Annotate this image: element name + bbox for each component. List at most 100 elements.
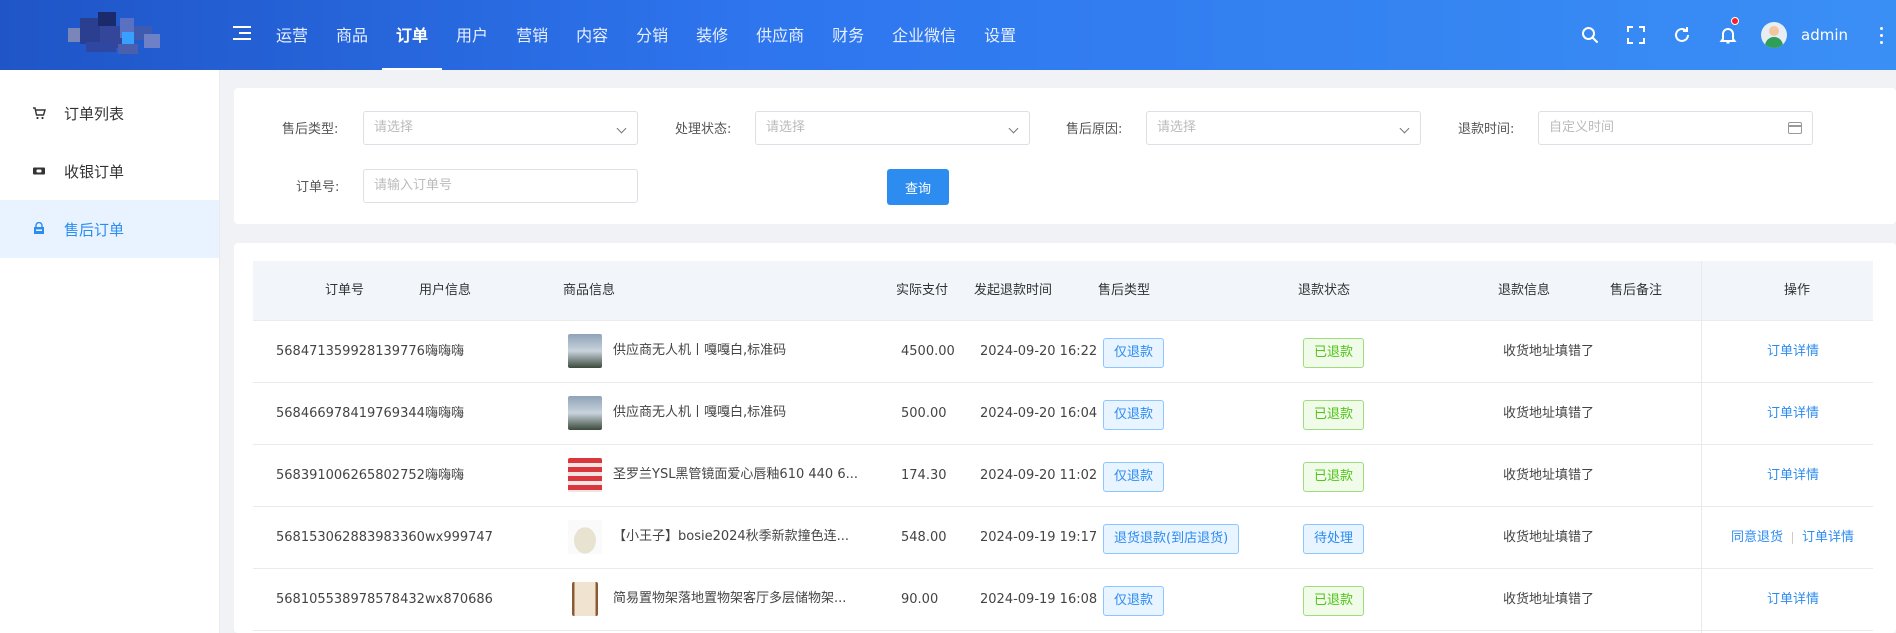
fullscreen-icon[interactable]	[1613, 0, 1659, 70]
col-refund-status: 退款状态	[1298, 283, 1351, 298]
sidebar-item-after-sales-orders[interactable]: 售后订单	[0, 200, 219, 258]
product-info[interactable]: 供应商无人机丨嘎嘎白,标准码	[613, 382, 786, 444]
after-sale-type-tag: 仅退款	[1103, 462, 1165, 492]
nav-item-dingdan[interactable]: 订单	[382, 0, 443, 70]
table-header: 订单号 用户信息 商品信息 实际支付 发起退款时间 售后类型 退款状态 退款信息…	[253, 261, 1873, 321]
actions-column-divider	[1701, 261, 1702, 633]
nav-item-shangpin[interactable]: 商品	[322, 0, 382, 70]
chevron-down-icon	[616, 123, 627, 134]
chevron-down-icon	[1008, 123, 1019, 134]
status-select[interactable]: 请选择	[755, 111, 1030, 145]
nav-item-neirong[interactable]: 内容	[562, 0, 622, 70]
user-info: wx999747	[425, 530, 493, 545]
table-row: 568153062883983360 wx999747 【小王子】bosie20…	[253, 507, 1873, 569]
cart-icon	[32, 106, 46, 120]
nav-item-yunying[interactable]: 运营	[262, 0, 322, 70]
paid-amount: 90.00	[901, 592, 939, 607]
menu-toggle-icon[interactable]	[233, 26, 251, 42]
nav-item-fenxiao[interactable]: 分销	[622, 0, 682, 70]
after-sale-type-select[interactable]: 请选择	[363, 111, 638, 145]
paid-amount: 4500.00	[901, 344, 955, 359]
refund-status-tag: 已退款	[1303, 586, 1365, 616]
refresh-icon[interactable]	[1659, 0, 1705, 70]
col-refund-info: 退款信息	[1498, 283, 1551, 298]
table-row: 568471359928139776 嗨嗨嗨 供应商无人机丨嘎嘎白,标准码 45…	[253, 321, 1873, 383]
product-info[interactable]: 【小王子】bosie2024秋季新款撞色连...	[613, 506, 885, 568]
nav-item-shezhi[interactable]: 设置	[970, 0, 1030, 70]
product-info[interactable]: 简易置物架落地置物架客厅多层储物架...	[613, 568, 885, 630]
avatar[interactable]	[1761, 22, 1787, 48]
sidebar-item-label: 订单列表	[64, 104, 125, 123]
nav-item-zhuangxiu[interactable]: 装修	[682, 0, 742, 70]
user-info: 嗨嗨嗨	[425, 406, 465, 421]
order-detail-link[interactable]: 订单详情	[1767, 383, 1819, 445]
product-thumbnail	[572, 582, 598, 616]
refund-time-label: 退款时间:	[1458, 122, 1515, 137]
refund-time-picker[interactable]: 自定义时间	[1538, 111, 1813, 145]
agree-return-link[interactable]: 同意退货	[1731, 530, 1783, 545]
refund-info: 收货地址填错了	[1503, 406, 1595, 421]
order-no: 568105538978578432	[276, 592, 425, 607]
nav-item-yingxiao[interactable]: 营销	[502, 0, 562, 70]
order-detail-link[interactable]: 订单详情	[1802, 530, 1854, 545]
filter-panel: 售后类型: 请选择 处理状态: 请选择 售后原因: 请选择 退款时间: 自定义时…	[234, 88, 1896, 224]
refund-info: 收货地址填错了	[1503, 530, 1595, 545]
refund-time: 2024-09-20 16:22	[980, 344, 1098, 359]
product-thumbnail	[568, 458, 602, 492]
top-nav-menu: 运营 商品 订单 用户 营销 内容 分销 装修 供应商 财务 企业微信 设置	[262, 0, 1030, 70]
calendar-icon	[1788, 122, 1802, 134]
col-remark: 售后备注	[1610, 283, 1663, 298]
refund-time: 2024-09-19 16:08	[980, 592, 1098, 607]
order-no: 568471359928139776	[276, 344, 425, 359]
more-vertical-icon[interactable]	[1874, 25, 1888, 46]
user-info: wx870686	[425, 592, 493, 607]
refund-status-tag: 已退款	[1303, 462, 1365, 492]
paid-amount: 500.00	[901, 406, 947, 421]
refund-status-tag: 已退款	[1303, 400, 1365, 430]
nav-item-qiyeweixin[interactable]: 企业微信	[878, 0, 970, 70]
logo	[58, 12, 168, 58]
sidebar-item-cashier-orders[interactable]: 收银订单	[0, 142, 219, 200]
col-refund-time: 发起退款时间	[974, 283, 1053, 298]
order-no: 568466978419769344	[276, 406, 425, 421]
after-sale-type-tag: 仅退款	[1103, 400, 1165, 430]
col-product: 商品信息	[563, 283, 616, 298]
select-placeholder: 请选择	[1157, 120, 1197, 135]
product-info[interactable]: 供应商无人机丨嘎嘎白,标准码	[613, 320, 786, 382]
order-detail-link[interactable]: 订单详情	[1767, 445, 1819, 507]
sidebar-item-order-list[interactable]: 订单列表	[0, 84, 219, 142]
refund-info: 收货地址填错了	[1503, 592, 1595, 607]
top-navbar: 运营 商品 订单 用户 营销 内容 分销 装修 供应商 财务 企业微信 设置 a…	[0, 0, 1896, 70]
product-thumbnail	[568, 520, 602, 554]
chevron-down-icon	[1399, 123, 1410, 134]
table-row: 568105538978578432 wx870686 简易置物架落地置物架客厅…	[253, 569, 1873, 631]
after-sale-type-tag: 仅退款	[1103, 338, 1165, 368]
refund-info: 收货地址填错了	[1503, 468, 1595, 483]
col-actions: 操作	[1784, 283, 1811, 298]
sidebar-item-label: 售后订单	[64, 220, 125, 239]
nav-item-gongyingshang[interactable]: 供应商	[742, 0, 818, 70]
after-sales-table-card: 订单号 用户信息 商品信息 实际支付 发起退款时间 售后类型 退款状态 退款信息…	[234, 243, 1896, 633]
order-no-input[interactable]: 请输入订单号	[363, 169, 638, 203]
table-row: 568391006265802752 嗨嗨嗨 圣罗兰YSL黑管镜面爱心唇釉610…	[253, 445, 1873, 507]
bell-icon[interactable]	[1705, 0, 1751, 70]
nav-item-caiwu[interactable]: 财务	[818, 0, 878, 70]
query-button[interactable]: 查询	[887, 169, 949, 205]
refund-time: 2024-09-19 19:17	[980, 530, 1098, 545]
search-icon[interactable]	[1567, 0, 1613, 70]
user-info: 嗨嗨嗨	[425, 468, 465, 483]
sidebar-item-label: 收银订单	[64, 162, 125, 181]
reason-select[interactable]: 请选择	[1146, 111, 1421, 145]
after-sale-type-label: 售后类型:	[282, 122, 339, 137]
col-type: 售后类型	[1098, 283, 1151, 298]
user-info: 嗨嗨嗨	[425, 344, 465, 359]
order-no: 568153062883983360	[276, 530, 425, 545]
nav-item-yonghu[interactable]: 用户	[442, 0, 502, 70]
order-detail-link[interactable]: 订单详情	[1767, 569, 1819, 631]
username[interactable]: admin	[1801, 26, 1848, 44]
paid-amount: 174.30	[901, 468, 947, 483]
refund-info: 收货地址填错了	[1503, 344, 1595, 359]
order-detail-link[interactable]: 订单详情	[1767, 321, 1819, 383]
product-info[interactable]: 圣罗兰YSL黑管镜面爱心唇釉610 440 6...	[613, 444, 885, 506]
select-placeholder: 请选择	[374, 120, 414, 135]
